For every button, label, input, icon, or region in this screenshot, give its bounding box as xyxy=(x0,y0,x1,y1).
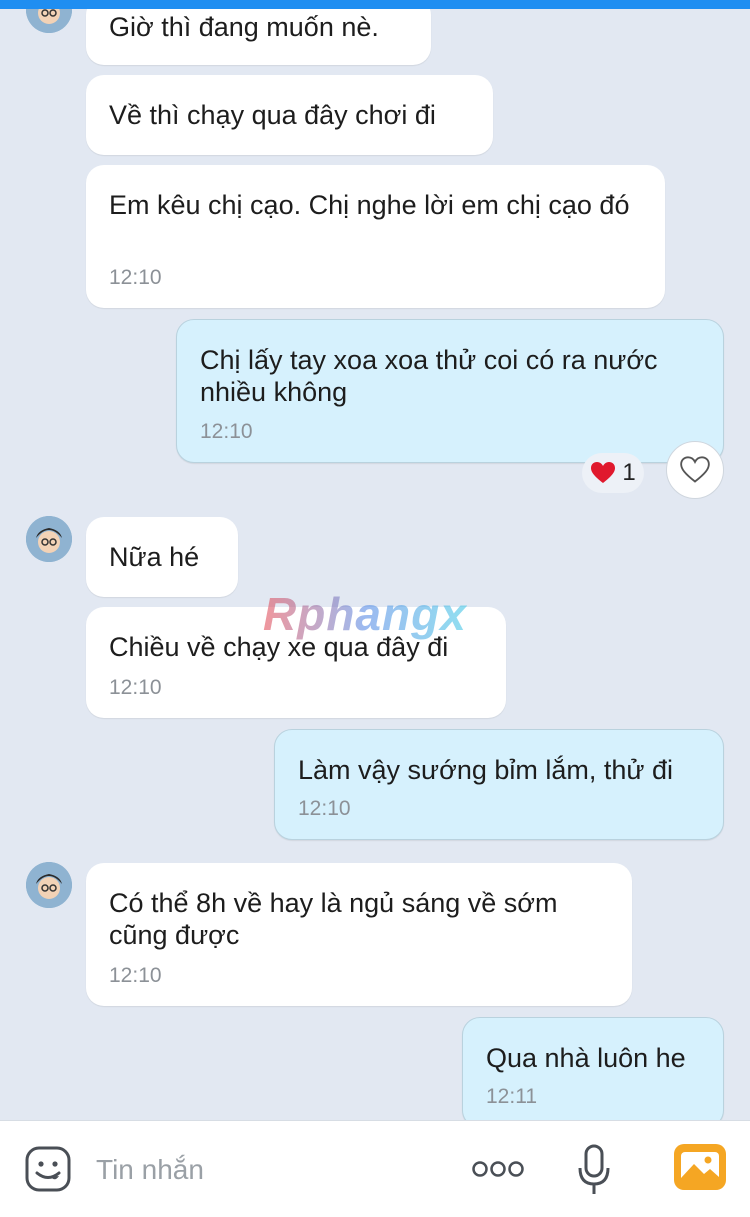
more-button[interactable] xyxy=(470,1155,526,1183)
heart-reaction-icon xyxy=(591,462,616,483)
message-bubble-outgoing[interactable]: Chị lấy tay xoa xoa thử coi có ra nước n… xyxy=(176,319,724,463)
message-time: 12:10 xyxy=(200,420,253,443)
message-text: Làm vậy sướng bỉm lắm, thử đi xyxy=(298,755,673,785)
message-text: Giờ thì đang muốn nè. xyxy=(109,12,379,42)
message-bubble-incoming[interactable]: Chiều về chạy xe qua đây đi 12:10 xyxy=(86,607,506,718)
chat-area[interactable]: Giờ thì đang muốn nè. Về thì chạy qua đâ… xyxy=(0,9,750,1120)
contact-avatar[interactable] xyxy=(26,862,72,908)
like-button[interactable] xyxy=(666,441,724,499)
message-text: Em kêu chị cạo. Chị nghe lời em chị cạo … xyxy=(109,190,630,220)
message-bubble-incoming[interactable]: Có thể 8h về hay là ngủ sáng về sớm cũng… xyxy=(86,863,632,1006)
message-bubble-incoming[interactable]: Nữa hé xyxy=(86,517,238,597)
message-bubble-incoming[interactable]: Em kêu chị cạo. Chị nghe lời em chị cạo … xyxy=(86,165,665,308)
microphone-icon xyxy=(578,1144,610,1194)
message-text: Về thì chạy qua đây chơi đi xyxy=(109,100,436,130)
top-accent-bar xyxy=(0,0,750,9)
message-time: 12:10 xyxy=(109,676,162,699)
contact-avatar[interactable] xyxy=(26,9,72,33)
reaction-count: 1 xyxy=(622,459,636,486)
composer-bar: Tin nhắn xyxy=(0,1120,750,1217)
sticker-button[interactable] xyxy=(24,1145,72,1193)
message-bubble-outgoing[interactable]: Qua nhà luôn he 12:11 xyxy=(462,1017,724,1120)
message-time: 12:11 xyxy=(486,1085,537,1108)
message-text: Nữa hé xyxy=(109,542,200,572)
contact-avatar[interactable] xyxy=(26,516,72,562)
message-time: 12:10 xyxy=(298,797,351,820)
image-button[interactable] xyxy=(674,1143,726,1191)
message-time: 12:10 xyxy=(109,964,162,987)
reaction-summary[interactable]: 1 xyxy=(582,453,644,493)
image-icon xyxy=(674,1144,726,1190)
message-time: 12:10 xyxy=(109,266,162,289)
message-bubble-incoming[interactable]: Về thì chạy qua đây chơi đi xyxy=(86,75,493,155)
sticker-icon xyxy=(25,1146,71,1192)
message-text: Chị lấy tay xoa xoa thử coi có ra nước n… xyxy=(200,345,658,407)
message-text: Có thể 8h về hay là ngủ sáng về sớm cũng… xyxy=(109,888,558,950)
heart-outline-icon xyxy=(680,456,710,483)
voice-button[interactable] xyxy=(576,1143,612,1197)
message-input[interactable]: Tin nhắn xyxy=(96,1154,204,1186)
more-icon xyxy=(472,1161,524,1177)
message-bubble-outgoing[interactable]: Làm vậy sướng bỉm lắm, thử đi 12:10 xyxy=(274,729,724,840)
message-bubble-incoming[interactable]: Giờ thì đang muốn nè. xyxy=(86,9,431,65)
message-text: Chiều về chạy xe qua đây đi xyxy=(109,632,449,662)
message-text: Qua nhà luôn he xyxy=(486,1043,686,1073)
